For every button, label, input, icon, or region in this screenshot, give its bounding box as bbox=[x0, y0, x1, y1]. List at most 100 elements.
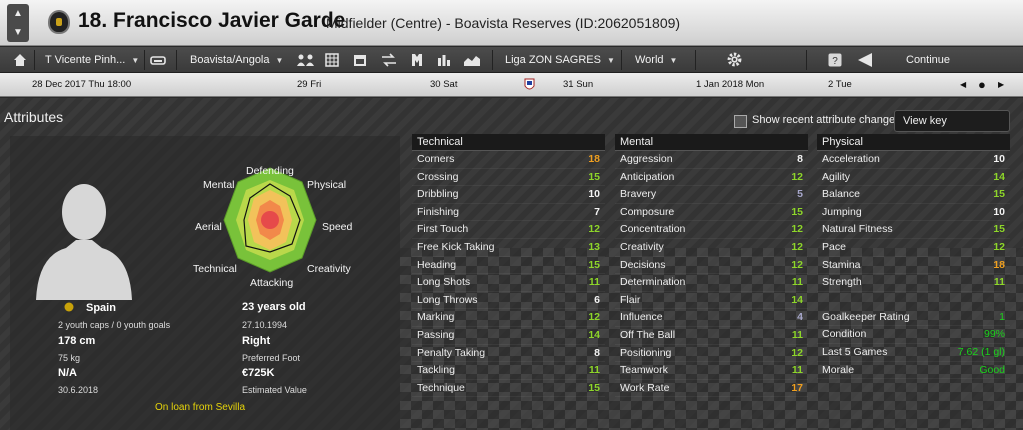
attribute-value: 11 bbox=[791, 276, 803, 289]
recent-changes-checkbox[interactable] bbox=[734, 115, 747, 128]
attribute-name: Crossing bbox=[417, 170, 459, 183]
nav-up-icon[interactable]: ▲ bbox=[7, 4, 29, 23]
today-icon[interactable]: ● bbox=[978, 73, 986, 97]
attribute-row[interactable]: Decisions 12 bbox=[615, 257, 808, 275]
attribute-row[interactable]: Long Shots 11 bbox=[412, 274, 605, 292]
attribute-name: Tackling bbox=[417, 364, 455, 377]
attribute-row[interactable]: Work Rate 17 bbox=[615, 380, 808, 398]
nav-down-icon[interactable]: ▼ bbox=[7, 23, 29, 42]
view-key-attributes-button[interactable]: View key attributes▼ bbox=[894, 110, 1010, 147]
home-icon[interactable] bbox=[13, 53, 27, 67]
attribute-name: Bravery bbox=[620, 188, 657, 201]
date-item[interactable]: 29 Fri bbox=[297, 73, 321, 97]
attribute-row[interactable]: Composure 15 bbox=[615, 204, 808, 222]
radar-label-technical: Technical bbox=[193, 263, 237, 275]
date-item[interactable]: 2 Tue bbox=[828, 73, 852, 97]
attribute-row[interactable]: Jumping 10 bbox=[817, 204, 1010, 222]
attribute-row[interactable]: Marking 12 bbox=[412, 309, 605, 327]
attribute-row[interactable]: Passing 14 bbox=[412, 327, 605, 345]
attribute-value: 11 bbox=[588, 364, 600, 377]
mental-column: Mental Aggression 8 Anticipation 12 Bravery 5… bbox=[615, 134, 808, 398]
attribute-value: 12 bbox=[791, 258, 803, 271]
attribute-row[interactable]: Anticipation 12 bbox=[615, 169, 808, 187]
attribute-value: 14 bbox=[791, 293, 803, 306]
attribute-row[interactable]: Morale Good bbox=[817, 362, 1010, 380]
next-icon[interactable]: ▶ bbox=[998, 73, 1004, 97]
attribute-row[interactable]: Teamwork 11 bbox=[615, 362, 808, 380]
attribute-value: 12 bbox=[791, 346, 803, 359]
squad-icon[interactable] bbox=[296, 53, 316, 67]
date-item[interactable]: 1 Jan 2018 Mon bbox=[696, 73, 764, 97]
attribute-row[interactable]: Creativity 12 bbox=[615, 239, 808, 257]
attribute-row[interactable]: Determination 11 bbox=[615, 274, 808, 292]
attribute-row[interactable]: Concentration 12 bbox=[615, 221, 808, 239]
attribute-row[interactable]: Off The Ball 11 bbox=[615, 327, 808, 345]
attribute-name: Morale bbox=[822, 363, 855, 376]
attribute-row[interactable]: Stamina 18 bbox=[817, 257, 1010, 275]
league-menu-label: Liga ZON SAGRES bbox=[505, 54, 601, 66]
attribute-row[interactable]: Free Kick Taking 13 bbox=[412, 239, 605, 257]
attribute-name: Decisions bbox=[620, 258, 666, 271]
attribute-row[interactable]: Goalkeeper Rating 1 bbox=[817, 309, 1010, 327]
tactics-icon[interactable] bbox=[410, 53, 424, 67]
player-silhouette-icon bbox=[36, 184, 132, 300]
attribute-row[interactable]: Strength 11 bbox=[817, 274, 1010, 292]
help-icon[interactable]: ? bbox=[828, 53, 842, 67]
attribute-row[interactable]: Long Throws 6 bbox=[412, 292, 605, 310]
preferred-foot: Right bbox=[242, 335, 271, 347]
attribute-row[interactable]: Tackling 11 bbox=[412, 362, 605, 380]
attribute-row[interactable]: Bravery 5 bbox=[615, 186, 808, 204]
attribute-row[interactable]: Balance 15 bbox=[817, 186, 1010, 204]
attribute-row[interactable]: Crossing 15 bbox=[412, 169, 605, 187]
title-bar: ▲ ▼ 18. Francisco Javier Garde Midfielde… bbox=[0, 0, 1023, 46]
attribute-row[interactable]: Aggression 8 bbox=[615, 151, 808, 169]
attribute-row[interactable]: Technique 15 bbox=[412, 380, 605, 398]
attribute-name: Jumping bbox=[822, 205, 862, 218]
calendar-icon[interactable] bbox=[353, 53, 367, 67]
attribute-row[interactable]: Positioning 12 bbox=[615, 345, 808, 363]
attribute-value: 12 bbox=[791, 223, 803, 236]
prev-icon[interactable]: ◀ bbox=[960, 73, 966, 97]
attribute-row[interactable]: Flair 14 bbox=[615, 292, 808, 310]
world-menu[interactable]: World ▼ bbox=[635, 47, 677, 73]
match-crest-icon[interactable] bbox=[524, 78, 535, 92]
attribute-row[interactable]: Condition 99% bbox=[817, 326, 1010, 344]
attribute-row[interactable]: Corners 18 bbox=[412, 151, 605, 169]
attribute-name: Free Kick Taking bbox=[417, 240, 495, 253]
attribute-row[interactable]: Dribbling 10 bbox=[412, 186, 605, 204]
manager-menu[interactable]: T Vicente Pinh... ▼ bbox=[45, 47, 139, 73]
attribute-row[interactable]: Heading 15 bbox=[412, 257, 605, 275]
settings-icon[interactable] bbox=[726, 51, 743, 68]
radar-label-aerial: Aerial bbox=[195, 221, 222, 233]
inbox-icon[interactable] bbox=[150, 53, 166, 67]
loan-status: On loan from Sevilla bbox=[155, 402, 246, 413]
attribute-name: Finishing bbox=[417, 205, 460, 218]
attribute-row[interactable]: Agility 14 bbox=[817, 169, 1010, 187]
attribute-row[interactable]: Penalty Taking 8 bbox=[412, 345, 605, 363]
attribute-name: Corners bbox=[417, 153, 455, 165]
youth-caps: 2 youth caps / 0 youth goals bbox=[58, 320, 171, 330]
transfer-icon[interactable] bbox=[381, 53, 397, 67]
attribute-row[interactable]: Influence 4 bbox=[615, 309, 808, 327]
continue-button[interactable]: Continue bbox=[906, 47, 950, 73]
technical-header: Technical bbox=[412, 134, 605, 151]
date-item[interactable]: 30 Sat bbox=[430, 73, 457, 97]
attribute-row[interactable]: Last 5 Games 7.62 (1 gl) bbox=[817, 344, 1010, 362]
attribute-row[interactable]: Finishing 7 bbox=[412, 204, 605, 222]
attribute-name: Long Throws bbox=[417, 293, 478, 306]
attribute-row[interactable]: Pace 12 bbox=[817, 239, 1010, 257]
club-menu[interactable]: Boavista/Angola ▼ bbox=[190, 47, 283, 73]
date-item[interactable]: 31 Sun bbox=[563, 73, 593, 97]
schedule-icon[interactable] bbox=[325, 53, 339, 67]
attribute-row[interactable]: First Touch 12 bbox=[412, 221, 605, 239]
radar-label-speed: Speed bbox=[322, 221, 353, 233]
attribute-row[interactable]: Natural Fitness 15 bbox=[817, 221, 1010, 239]
chevron-down-icon: ▼ bbox=[275, 56, 284, 65]
attribute-name: Marking bbox=[417, 311, 455, 324]
training-icon[interactable] bbox=[437, 53, 451, 67]
attribute-row[interactable]: Acceleration 10 bbox=[817, 151, 1010, 169]
stats-icon[interactable] bbox=[463, 53, 481, 67]
league-menu[interactable]: Liga ZON SAGRES ▼ bbox=[505, 47, 615, 73]
back-icon[interactable] bbox=[857, 52, 873, 68]
